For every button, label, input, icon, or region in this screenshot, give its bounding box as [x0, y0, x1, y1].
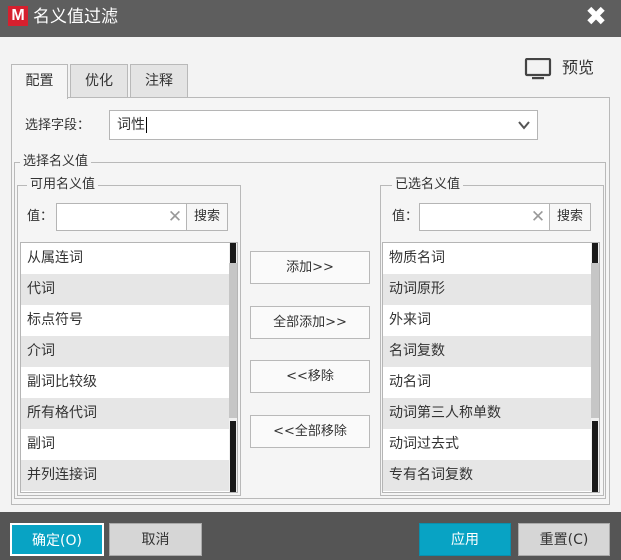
- field-select-value: 词性: [117, 117, 147, 133]
- selected-values-list[interactable]: 物质名词 动词原形 外来词 名词复数 动名词 动词第三人称单数 动词过去式 专有…: [382, 242, 600, 493]
- add-all-button[interactable]: 全部添加>>: [250, 306, 370, 339]
- selected-value-label: 值：: [392, 209, 419, 224]
- nominal-filter-dialog: M 名义值过滤 ✖ 预览 配置 优化 注释 选择字段： 词性 选择名义值 可用名…: [0, 0, 621, 560]
- list-item[interactable]: 物质名词: [383, 243, 591, 274]
- nominal-values-legend: 选择名义值: [20, 154, 92, 170]
- tab-optimize[interactable]: 优化: [70, 64, 128, 98]
- dialog-footer: 确定(O) 取消 应用 重置(C): [0, 512, 621, 560]
- clear-icon[interactable]: ✕: [530, 209, 546, 226]
- scrollbar-top-cap: [230, 243, 236, 263]
- selected-search-input[interactable]: ✕: [419, 203, 550, 231]
- available-scrollbar[interactable]: [229, 243, 237, 492]
- selected-values-legend: 已选名义值: [392, 177, 464, 193]
- list-item[interactable]: 外来词: [383, 305, 591, 336]
- list-item[interactable]: 动词第三人称单数: [383, 398, 591, 429]
- list-item[interactable]: 代词: [21, 274, 229, 305]
- tab-annotation[interactable]: 注释: [130, 64, 188, 98]
- list-item[interactable]: 动词原形: [383, 274, 591, 305]
- field-select-label: 选择字段：: [25, 118, 91, 133]
- remove-all-button[interactable]: <<全部移除: [250, 415, 370, 448]
- list-item[interactable]: 标点符号: [21, 305, 229, 336]
- list-item[interactable]: 动名词: [383, 367, 591, 398]
- scrollbar-thumb[interactable]: [229, 263, 237, 418]
- clear-icon[interactable]: ✕: [167, 209, 183, 226]
- remove-button[interactable]: <<移除: [250, 360, 370, 393]
- chevron-down-icon: [518, 121, 530, 130]
- list-item[interactable]: 副词: [21, 429, 229, 460]
- add-button[interactable]: 添加>>: [250, 251, 370, 284]
- available-value-label: 值：: [27, 209, 54, 224]
- preview-label: 预览: [562, 58, 595, 77]
- selected-scrollbar[interactable]: [591, 243, 599, 492]
- list-item[interactable]: 并列连接词: [21, 460, 229, 491]
- cancel-button[interactable]: 取消: [109, 523, 202, 556]
- list-item[interactable]: 副词比较级: [21, 367, 229, 398]
- close-icon[interactable]: ✖: [584, 4, 608, 30]
- selected-search-button[interactable]: 搜索: [549, 203, 591, 231]
- field-select-dropdown[interactable]: 词性: [109, 110, 538, 140]
- available-values-legend: 可用名义值: [27, 177, 99, 193]
- title-bar: M 名义值过滤 ✖: [0, 0, 621, 37]
- reset-button[interactable]: 重置(C): [518, 523, 610, 556]
- ok-button[interactable]: 确定(O): [10, 523, 104, 556]
- available-search-button[interactable]: 搜索: [186, 203, 228, 231]
- list-item[interactable]: 动词过去式: [383, 429, 591, 460]
- monitor-icon: [524, 58, 552, 80]
- app-logo-icon: M: [8, 6, 28, 26]
- list-item[interactable]: 所有格代词: [21, 398, 229, 429]
- scrollbar-thumb[interactable]: [591, 263, 599, 418]
- available-search-input[interactable]: ✕: [56, 203, 187, 231]
- tab-config[interactable]: 配置: [11, 64, 68, 99]
- apply-button[interactable]: 应用: [419, 523, 511, 556]
- scrollbar-bottom-cap: [230, 421, 236, 492]
- scrollbar-top-cap: [592, 243, 598, 263]
- list-item[interactable]: 介词: [21, 336, 229, 367]
- dialog-title: 名义值过滤: [33, 7, 118, 27]
- scrollbar-bottom-cap: [592, 421, 598, 492]
- list-item[interactable]: 专有名词复数: [383, 460, 591, 491]
- available-values-list[interactable]: 从属连词 代词 标点符号 介词 副词比较级 所有格代词 副词 并列连接词: [20, 242, 238, 493]
- list-item[interactable]: 从属连词: [21, 243, 229, 274]
- list-item[interactable]: 名词复数: [383, 336, 591, 367]
